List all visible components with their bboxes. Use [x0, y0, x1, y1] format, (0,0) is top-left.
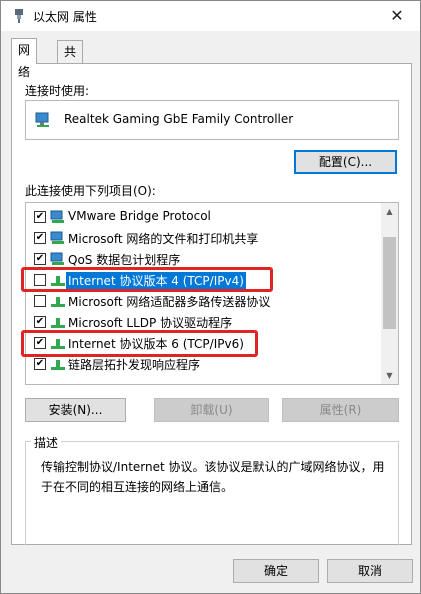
window-title: 以太网 属性 — [33, 10, 97, 24]
item-checkbox[interactable] — [34, 253, 46, 265]
tab-network[interactable]: 网络 — [11, 38, 38, 79]
network-adapter-icon — [15, 9, 23, 23]
item-checkbox[interactable] — [34, 232, 46, 244]
highlight-ipv6 — [21, 330, 258, 357]
list-item[interactable]: Microsoft 网络的文件和打印机共享 — [26, 228, 381, 249]
item-label: QoS 数据包计划程序 — [68, 253, 181, 267]
items-label: 此连接使用下列项目(O): — [25, 184, 156, 198]
description-title: 描述 — [31, 434, 62, 451]
item-checkbox[interactable] — [34, 358, 46, 370]
item-label: Microsoft LLDP 协议驱动程序 — [68, 316, 233, 330]
item-checkbox[interactable] — [34, 211, 46, 223]
device-field: Realtek Gaming GbE Family Controller — [25, 100, 399, 140]
properties-button[interactable]: 属性(R) — [282, 398, 399, 422]
scrollbar-thumb[interactable] — [383, 237, 396, 329]
network-client-icon — [50, 231, 64, 244]
items-list[interactable]: VMware Bridge Protocol Microsoft 网络的文件和打… — [25, 202, 399, 385]
network-client-icon — [50, 252, 64, 265]
list-item[interactable]: 链路层拓扑发现响应程序 — [26, 354, 381, 375]
scroll-up-arrow-icon[interactable]: ▲ — [381, 203, 398, 220]
close-button[interactable]: ✕ — [374, 1, 420, 31]
highlight-ipv4 — [21, 267, 273, 292]
item-label: VMware Bridge Protocol — [68, 209, 211, 223]
protocol-icon — [51, 318, 65, 328]
list-item[interactable]: Microsoft 网络适配器多路传送器协议 — [26, 291, 381, 312]
protocol-icon — [51, 297, 65, 307]
list-item[interactable]: VMware Bridge Protocol — [26, 207, 381, 228]
device-name: Realtek Gaming GbE Family Controller — [64, 112, 294, 126]
install-button[interactable]: 安装(N)... — [25, 398, 126, 422]
tab-sharing[interactable]: 共享 — [57, 40, 84, 81]
network-client-icon — [50, 210, 64, 223]
uninstall-button[interactable]: 卸载(U) — [154, 398, 269, 422]
item-label: Microsoft 网络适配器多路传送器协议 — [68, 295, 271, 309]
connect-using-label: 连接时使用: — [25, 84, 90, 98]
configure-button[interactable]: 配置(C)... — [294, 150, 397, 174]
cancel-button[interactable]: 取消 — [327, 559, 413, 583]
description-text: 传输控制协议/Internet 协议。该协议是默认的广域网络协议，用于在不同的相… — [41, 460, 385, 494]
network-adapter-icon — [35, 112, 49, 127]
properties-dialog: 以太网 属性 ✕ 网络 共享 连接时使用: Realtek Gaming GbE… — [0, 0, 421, 594]
ok-button[interactable]: 确定 — [233, 559, 319, 583]
protocol-icon — [51, 360, 65, 370]
title-bar: 以太网 属性 ✕ — [1, 1, 420, 31]
scroll-down-arrow-icon[interactable]: ▼ — [381, 367, 398, 384]
item-checkbox[interactable] — [34, 295, 46, 307]
item-checkbox[interactable] — [34, 316, 46, 328]
list-scrollbar[interactable]: ▲ ▼ — [381, 203, 398, 384]
item-label: Microsoft 网络的文件和打印机共享 — [68, 232, 259, 246]
item-label: 链路层拓扑发现响应程序 — [68, 358, 201, 372]
